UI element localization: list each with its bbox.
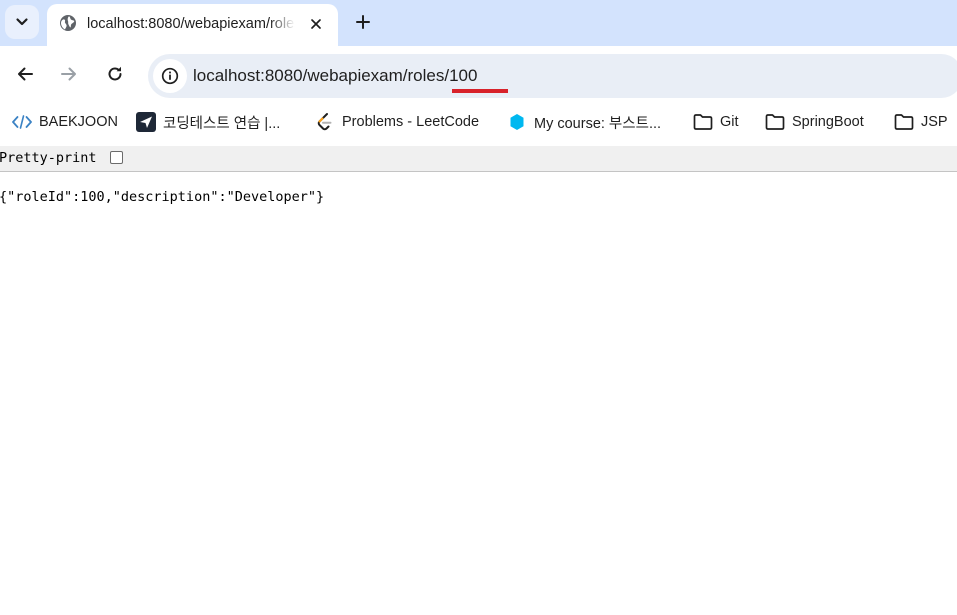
plus-icon	[356, 15, 370, 29]
bookmark-leetcode[interactable]: Problems - LeetCode	[315, 104, 479, 140]
tab-strip: localhost:8080/webapiexam/roles/100	[0, 0, 957, 46]
tab-title: localhost:8080/webapiexam/roles/100	[87, 15, 295, 33]
globe-icon	[59, 14, 77, 32]
toolbar: localhost:8080/webapiexam/roles/100	[0, 46, 957, 104]
pretty-print-bar: Pretty-print	[0, 146, 957, 172]
reload-button[interactable]	[100, 59, 130, 89]
bookmark-folder-git[interactable]: Git	[693, 104, 739, 140]
bookmark-boostcourse[interactable]: My course: 부스트...	[507, 104, 661, 140]
folder-icon	[765, 112, 785, 132]
address-bar[interactable]: localhost:8080/webapiexam/roles/100	[148, 54, 957, 98]
close-icon	[311, 19, 321, 29]
forward-button[interactable]	[54, 59, 84, 89]
bookmark-label: My course: 부스트...	[534, 115, 662, 132]
url-highlight-underline	[452, 89, 508, 93]
bookmark-baekjoon[interactable]: BAEKJOON	[12, 104, 118, 140]
tab-close-button[interactable]	[305, 13, 327, 35]
info-circle-icon	[161, 67, 179, 85]
leetcode-icon	[315, 112, 335, 132]
code-bracket-icon	[12, 112, 32, 132]
bookmark-label: 코딩테스트 연습 |...	[163, 115, 281, 132]
bookmark-folder-springboot[interactable]: SpringBoot	[765, 104, 864, 140]
active-tab[interactable]: localhost:8080/webapiexam/roles/100	[47, 4, 338, 46]
back-button[interactable]	[10, 59, 40, 89]
folder-icon	[894, 112, 914, 132]
chevron-down-icon	[16, 18, 28, 26]
tab-search-button[interactable]	[5, 5, 39, 39]
new-tab-button[interactable]	[350, 9, 376, 35]
bookmark-label: Git	[720, 114, 739, 130]
programmers-icon	[136, 112, 156, 132]
arrow-left-icon	[18, 67, 33, 81]
bookmark-programmers[interactable]: 코딩테스트 연습 |...	[136, 104, 280, 140]
pretty-print-checkbox[interactable]	[110, 151, 123, 164]
bookmark-folder-jsp[interactable]: JSP	[894, 104, 948, 140]
site-info-button[interactable]	[153, 59, 187, 93]
json-response: {"roleId":100,"description":"Developer"}	[0, 189, 325, 205]
bookmarks-bar: BAEKJOON 코딩테스트 연습 |... Problems - LeetCo…	[0, 104, 957, 142]
url-text[interactable]: localhost:8080/webapiexam/roles/100	[193, 65, 477, 86]
bookmark-label: SpringBoot	[792, 114, 864, 130]
folder-icon	[693, 112, 713, 132]
reload-icon	[108, 66, 122, 81]
boostcourse-icon	[507, 112, 527, 132]
bookmark-label: JSP	[921, 114, 948, 130]
bookmark-label: Problems - LeetCode	[342, 114, 480, 130]
arrow-right-icon	[61, 67, 76, 81]
pretty-print-label: Pretty-print	[0, 150, 97, 166]
bookmark-label: BAEKJOON	[39, 114, 118, 130]
